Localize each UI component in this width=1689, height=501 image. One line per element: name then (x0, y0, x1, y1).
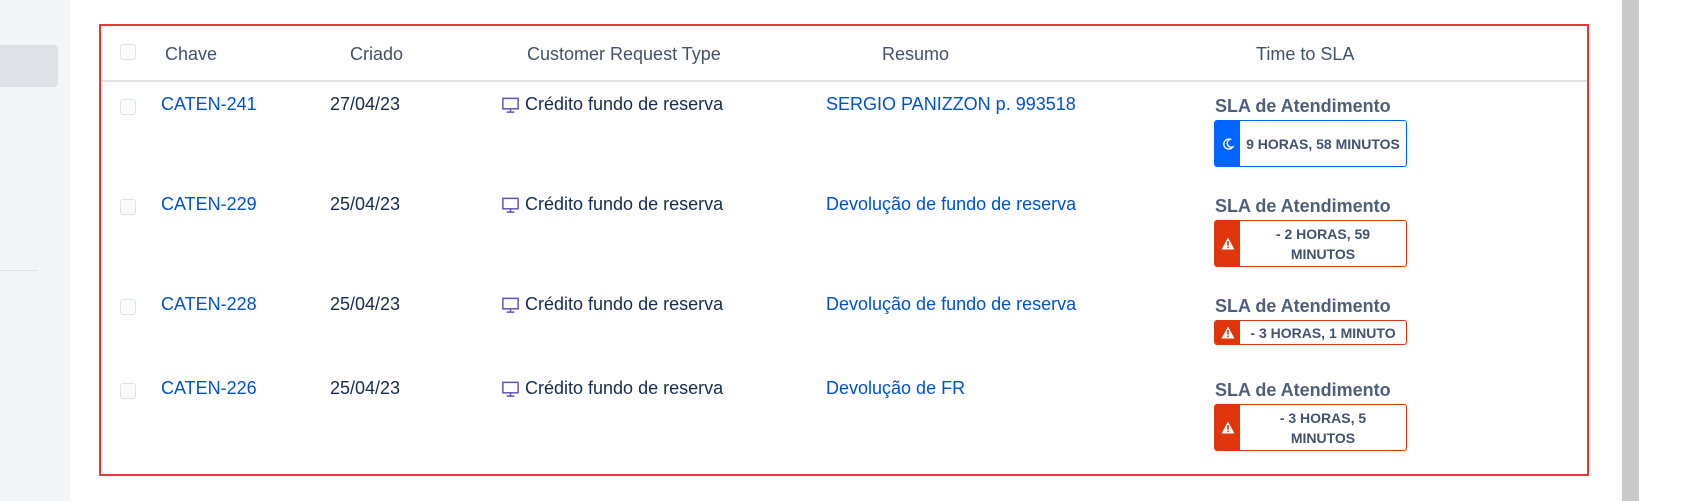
sla-time-value: - 3 HORAS, 5 MINUTOS (1279, 409, 1367, 446)
created-date: 25/04/23 (330, 378, 401, 398)
table-row: CATEN-228 25/04/23 Crédito fundo de rese… (101, 294, 1587, 374)
computer-icon (502, 381, 519, 397)
request-type: Crédito fundo de reserva (501, 194, 723, 215)
request-type-label: Crédito fundo de reserva (525, 94, 724, 114)
summary-link[interactable]: Devolução de FR (826, 378, 965, 399)
moon-icon (1215, 121, 1240, 166)
issue-key-link[interactable]: CATEN-226 (161, 378, 257, 399)
issue-key-link[interactable]: CATEN-229 (161, 194, 257, 215)
warning-icon (1215, 221, 1240, 266)
right-margin (1639, 0, 1689, 501)
header-request-type[interactable]: Customer Request Type (527, 44, 721, 65)
summary-link[interactable]: Devolução de fundo de reserva (826, 194, 1076, 215)
issues-table: Chave Criado Customer Request Type Resum… (99, 24, 1589, 476)
table-row: CATEN-241 27/04/23 Crédito fundo de rese… (101, 94, 1587, 192)
sla-lozenge: 9 HORAS, 58 MINUTOS (1214, 120, 1407, 167)
row-checkbox[interactable] (120, 299, 136, 315)
sla-name: SLA de Atendimento (1215, 296, 1391, 316)
created-date: 25/04/23 (330, 294, 401, 314)
header-key[interactable]: Chave (165, 44, 217, 65)
created-date: 25/04/23 (330, 194, 401, 214)
sla-name: SLA de Atendimento (1215, 96, 1391, 116)
sla-time-value: - 2 HORAS, 59 MINUTOS (1275, 225, 1371, 262)
sidebar-divider (0, 270, 38, 271)
sla-name: SLA de Atendimento (1215, 380, 1391, 400)
created-date: 27/04/23 (330, 94, 401, 114)
request-type-label: Crédito fundo de reserva (525, 378, 724, 398)
sidebar-selected-item[interactable] (0, 45, 58, 87)
summary-link[interactable]: SERGIO PANIZZON p. 993518 (826, 94, 1076, 115)
summary-link[interactable]: Devolução de fundo de reserva (826, 294, 1076, 315)
computer-icon (502, 97, 519, 113)
issue-key-link[interactable]: CATEN-228 (161, 294, 257, 315)
table-header: Chave Criado Customer Request Type Resum… (101, 26, 1587, 82)
computer-icon (502, 197, 519, 213)
table-row: CATEN-226 25/04/23 Crédito fundo de rese… (101, 378, 1587, 474)
row-checkbox[interactable] (120, 383, 136, 399)
sla-name: SLA de Atendimento (1215, 196, 1391, 216)
left-sidebar (0, 0, 70, 501)
request-type-label: Crédito fundo de reserva (525, 294, 724, 314)
request-type: Crédito fundo de reserva (501, 378, 723, 399)
header-created[interactable]: Criado (350, 44, 403, 65)
request-type: Crédito fundo de reserva (501, 94, 723, 115)
scrollbar[interactable] (1622, 0, 1639, 501)
sla-time-value: - 3 HORAS, 1 MINUTO (1250, 324, 1396, 341)
select-all-checkbox[interactable] (120, 44, 136, 60)
header-summary[interactable]: Resumo (882, 44, 949, 65)
sla-lozenge: - 3 HORAS, 1 MINUTO (1214, 320, 1407, 345)
warning-icon (1215, 405, 1240, 450)
row-checkbox[interactable] (120, 199, 136, 215)
table-row: CATEN-229 25/04/23 Crédito fundo de rese… (101, 194, 1587, 292)
sla-time-value: 9 HORAS, 58 MINUTOS (1246, 135, 1400, 152)
issue-key-link[interactable]: CATEN-241 (161, 94, 257, 115)
computer-icon (502, 297, 519, 313)
request-type-label: Crédito fundo de reserva (525, 194, 724, 214)
request-type: Crédito fundo de reserva (501, 294, 723, 315)
sla-lozenge: - 2 HORAS, 59 MINUTOS (1214, 220, 1407, 267)
sla-lozenge: - 3 HORAS, 5 MINUTOS (1214, 404, 1407, 451)
header-sla[interactable]: Time to SLA (1256, 44, 1354, 65)
warning-icon (1215, 321, 1240, 344)
row-checkbox[interactable] (120, 99, 136, 115)
